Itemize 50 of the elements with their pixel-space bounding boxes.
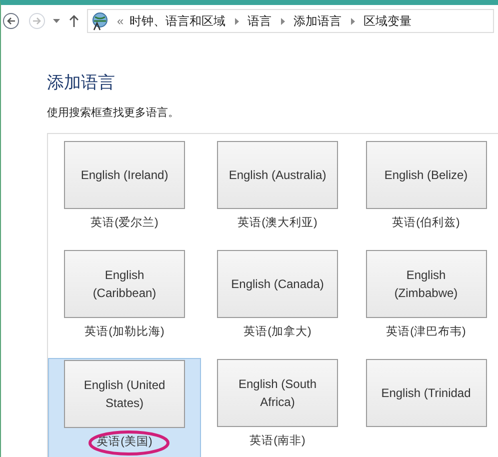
back-button[interactable] (3, 13, 19, 29)
back-arrow-icon (6, 16, 16, 26)
forward-arrow-icon (32, 16, 42, 26)
address-bar[interactable]: « 时钟、语言和区域 语言 添加语言 区域变量 (87, 9, 494, 33)
breadcrumb-item[interactable]: 语言 (248, 12, 272, 30)
language-option[interactable]: English (South Africa) 英语(南非) (201, 358, 354, 457)
overflow-chevron[interactable]: « (117, 12, 124, 30)
language-label: 英语(伯利兹) (392, 216, 460, 231)
language-tile[interactable]: English (Belize) (366, 141, 486, 209)
breadcrumb-item[interactable]: 添加语言 (294, 12, 342, 30)
language-option[interactable]: English (Australia) 英语(澳大利亚) (201, 140, 354, 249)
language-name: English (Zimbabwe) (393, 267, 459, 302)
language-tile[interactable]: English (Caribbean) (64, 250, 185, 318)
language-label: 英语(南非) (250, 434, 306, 449)
language-name: English (Trinidad (381, 385, 471, 402)
up-button[interactable] (67, 13, 81, 29)
language-tile[interactable]: English (Zimbabwe) (366, 250, 486, 318)
language-option[interactable]: English (Belize) 英语(伯利兹) (354, 140, 498, 249)
language-tile[interactable]: English (Ireland) (64, 141, 185, 209)
breadcrumb-item[interactable]: 区域变量 (364, 12, 412, 30)
language-tile[interactable]: English (Australia) (217, 141, 338, 209)
language-option[interactable]: English (Caribbean) 英语(加勒比海) (48, 249, 201, 358)
language-option[interactable]: English (Trinidad (354, 358, 498, 457)
language-tile[interactable]: English (United States) (64, 360, 185, 428)
language-option[interactable]: English (Ireland) 英语(爱尔兰) (48, 140, 201, 249)
language-label: 英语(加拿大) (244, 324, 312, 340)
language-tile[interactable]: English (Canada) (217, 250, 338, 318)
chevron-icon (234, 18, 239, 24)
page-heading: 添加语言 (47, 72, 116, 94)
language-option[interactable]: English (Zimbabwe) 英语(津巴布韦) (354, 249, 498, 358)
chevron-icon (350, 18, 355, 24)
language-option[interactable]: English (Canada) 英语(加拿大) (201, 249, 354, 358)
language-name: English (Belize) (384, 167, 468, 184)
language-label: 英语(津巴布韦) (386, 324, 466, 340)
caret-icon (52, 19, 60, 23)
language-name: English (United States) (82, 377, 166, 412)
up-arrow-icon (69, 15, 79, 27)
language-label: 英语(加勒比海) (84, 324, 164, 340)
page-subtitle: 使用搜索框查找更多语言。 (47, 106, 180, 120)
language-name: English (Canada) (231, 276, 324, 293)
language-name: English (Australia) (228, 167, 326, 184)
language-name: English (Caribbean) (92, 267, 158, 302)
chevron-icon (280, 18, 285, 24)
language-tile[interactable]: English (Trinidad (366, 359, 486, 427)
language-label: 英语(爱尔兰) (90, 216, 158, 231)
language-name: English (South Africa) (237, 376, 318, 411)
language-name: English (Ireland) (80, 167, 168, 184)
language-label: 英语(澳大利亚) (238, 216, 318, 231)
breadcrumb-item[interactable]: 时钟、语言和区域 (130, 12, 226, 30)
language-tile[interactable]: English (South Africa) (217, 359, 338, 427)
